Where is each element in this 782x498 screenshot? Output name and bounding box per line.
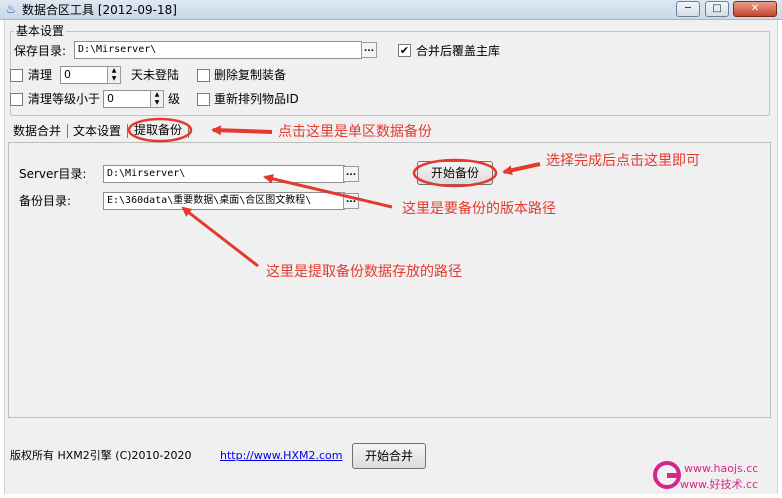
tab-data-merge[interactable]: 数据合并 bbox=[13, 123, 61, 139]
server-dir-label: Server目录: bbox=[19, 167, 87, 181]
annotation-backup-path: 这里是提取备份数据存放的路径 bbox=[266, 264, 462, 280]
clean-days-spinner[interactable]: ▲ ▼ bbox=[107, 66, 121, 84]
basic-settings-legend: 基本设置 bbox=[14, 24, 67, 38]
reorder-items-checkbox[interactable] bbox=[197, 93, 210, 106]
annotation-click-button: 选择完成后点击这里即可 bbox=[546, 153, 700, 169]
clean-days-input[interactable]: 0 bbox=[60, 66, 108, 84]
start-merge-button[interactable]: 开始合并 bbox=[352, 443, 426, 469]
delete-dup-equip-checkbox[interactable] bbox=[197, 69, 210, 82]
tab-separator bbox=[127, 124, 128, 138]
tab-text-settings[interactable]: 文本设置 bbox=[73, 123, 121, 139]
start-backup-button[interactable]: 开始备份 bbox=[417, 161, 493, 185]
clean-level-input[interactable]: 0 bbox=[103, 90, 153, 108]
save-dir-browse-button[interactable]: ... bbox=[361, 42, 377, 58]
tab-extract-backup[interactable]: 提取备份 bbox=[134, 122, 182, 138]
clean-checkbox[interactable] bbox=[10, 69, 23, 82]
clean-level-spinner[interactable]: ▲ ▼ bbox=[150, 90, 164, 108]
annotation-click-tab: 点击这里是单区数据备份 bbox=[278, 124, 432, 140]
copyright-text: 版权所有 HXM2引擎 (C)2010-2020 bbox=[10, 449, 192, 462]
spin-down-icon[interactable]: ▼ bbox=[108, 75, 120, 83]
level-unit-label: 级 bbox=[168, 92, 181, 106]
backup-dir-browse-button[interactable]: ... bbox=[343, 193, 359, 209]
spin-up-icon[interactable]: ▲ bbox=[151, 91, 163, 99]
delete-dup-equip-label: 删除复制装备 bbox=[214, 68, 287, 82]
app-icon: ♨ bbox=[5, 2, 17, 16]
tab-separator bbox=[188, 124, 189, 138]
backup-dir-input[interactable]: E:\360data\重要数据\桌面\合区图文教程\ bbox=[103, 192, 345, 210]
annotation-version-path: 这里是要备份的版本路径 bbox=[402, 201, 556, 217]
server-dir-input[interactable]: D:\Mirserver\ bbox=[103, 165, 345, 183]
watermark-logo-icon bbox=[653, 461, 681, 489]
merge-overwrite-checkbox[interactable]: ✔ bbox=[398, 44, 411, 57]
days-unlogged-label: 天未登陆 bbox=[131, 68, 180, 82]
merge-overwrite-label: 合并后覆盖主库 bbox=[416, 44, 501, 58]
website-link[interactable]: http://www.HXM2.com bbox=[220, 448, 342, 464]
title-bar[interactable]: ♨ 数据合区工具 [2012-09-18] ─ □ ✕ bbox=[0, 0, 782, 20]
window-title: 数据合区工具 [2012-09-18] bbox=[22, 3, 177, 17]
clean-label: 清理 bbox=[28, 68, 53, 82]
tab-separator bbox=[67, 124, 68, 138]
server-dir-browse-button[interactable]: ... bbox=[343, 166, 359, 182]
save-dir-input[interactable]: D:\Mirserver\ bbox=[74, 41, 362, 59]
clean-level-checkbox[interactable] bbox=[10, 93, 23, 106]
clean-level-label: 清理等级小于 bbox=[28, 92, 101, 106]
reorder-items-label: 重新排列物品ID bbox=[214, 92, 299, 106]
minimize-button[interactable]: ─ bbox=[676, 1, 700, 17]
backup-dir-label: 备份目录: bbox=[19, 194, 72, 208]
spin-down-icon[interactable]: ▼ bbox=[151, 99, 163, 107]
close-button[interactable]: ✕ bbox=[733, 1, 777, 17]
spin-up-icon[interactable]: ▲ bbox=[108, 67, 120, 75]
watermark-text-2: www.好技术.cc bbox=[680, 478, 759, 491]
save-dir-label: 保存目录: bbox=[14, 44, 67, 58]
maximize-button[interactable]: □ bbox=[705, 1, 729, 17]
watermark-text-1: www.haojs.cc bbox=[684, 462, 759, 475]
